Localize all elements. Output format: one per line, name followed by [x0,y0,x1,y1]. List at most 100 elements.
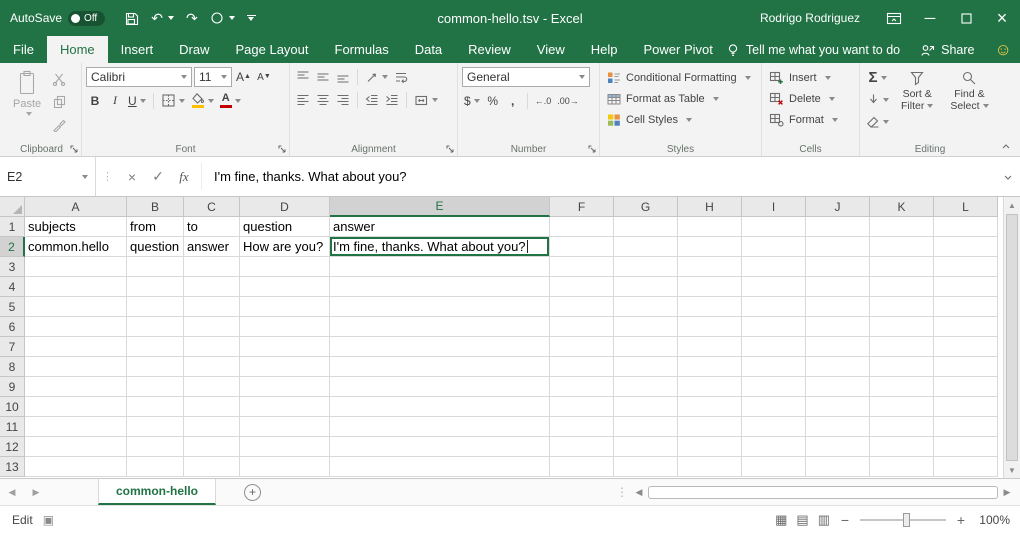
next-sheet-button[interactable]: ▶ [24,479,48,505]
tab-scroll-splitter[interactable]: ⋮ [616,485,628,499]
cell-h4[interactable] [678,277,742,297]
cell-e2[interactable]: I'm fine, thanks. What about you? [330,237,550,257]
cell-l10[interactable] [934,397,998,417]
increase-decimal-button[interactable]: ←.0 [533,91,554,110]
cell-l3[interactable] [934,257,998,277]
cell-j6[interactable] [806,317,870,337]
cell-a12[interactable] [25,437,127,457]
row-header-8[interactable]: 8 [0,357,25,377]
cell-e12[interactable] [330,437,550,457]
tab-home[interactable]: Home [47,36,108,63]
tab-power-pivot[interactable]: Power Pivot [631,36,726,63]
cell-e8[interactable] [330,357,550,377]
column-header-i[interactable]: I [742,197,806,217]
column-header-h[interactable]: H [678,197,742,217]
cell-c1[interactable]: to [184,217,240,237]
cell-a10[interactable] [25,397,127,417]
row-header-9[interactable]: 9 [0,377,25,397]
formula-input[interactable]: I'm fine, thanks. What about you? [206,169,996,184]
cell-b10[interactable] [127,397,184,417]
cell-a7[interactable] [25,337,127,357]
select-all-button[interactable] [0,197,25,217]
percent-style-button[interactable]: % [484,91,502,110]
cell-h6[interactable] [678,317,742,337]
cell-k4[interactable] [870,277,934,297]
cell-k7[interactable] [870,337,934,357]
cell-h7[interactable] [678,337,742,357]
cell-d2[interactable]: How are you? [240,237,330,257]
cell-f12[interactable] [550,437,614,457]
previous-sheet-button[interactable]: ◀ [0,479,24,505]
cell-l5[interactable] [934,297,998,317]
cell-l9[interactable] [934,377,998,397]
cell-e10[interactable] [330,397,550,417]
scroll-down-icon[interactable]: ▼ [1004,462,1020,478]
cell-c6[interactable] [184,317,240,337]
redo-button[interactable]: ↷ [183,8,201,29]
cell-j2[interactable] [806,237,870,257]
cell-l4[interactable] [934,277,998,297]
merge-center-button[interactable] [412,90,440,109]
row-header-11[interactable]: 11 [0,417,25,437]
vertical-scroll-thumb[interactable] [1006,214,1018,461]
maximize-button[interactable] [948,0,984,36]
cell-k10[interactable] [870,397,934,417]
decrease-decimal-button[interactable]: .00→ [555,91,581,110]
cell-g6[interactable] [614,317,678,337]
cell-a13[interactable] [25,457,127,477]
cell-k9[interactable] [870,377,934,397]
cell-d7[interactable] [240,337,330,357]
cell-g13[interactable] [614,457,678,477]
cell-d12[interactable] [240,437,330,457]
cell-c11[interactable] [184,417,240,437]
row-header-10[interactable]: 10 [0,397,25,417]
cell-l8[interactable] [934,357,998,377]
paste-button[interactable]: Paste [6,67,48,134]
cell-b12[interactable] [127,437,184,457]
cell-e13[interactable] [330,457,550,477]
cell-j10[interactable] [806,397,870,417]
cell-b7[interactable] [127,337,184,357]
font-name-combo[interactable]: Calibri [86,67,192,87]
cell-h2[interactable] [678,237,742,257]
cell-a6[interactable] [25,317,127,337]
undo-button[interactable]: ↶ [148,8,177,29]
cell-a9[interactable] [25,377,127,397]
cell-f11[interactable] [550,417,614,437]
cell-b8[interactable] [127,357,184,377]
cut-button[interactable] [50,69,68,88]
horizontal-scroll-thumb[interactable] [648,486,998,499]
cell-k13[interactable] [870,457,934,477]
tab-view[interactable]: View [524,36,578,63]
cell-a5[interactable] [25,297,127,317]
cell-k1[interactable] [870,217,934,237]
cell-d9[interactable] [240,377,330,397]
fill-button[interactable] [864,90,891,109]
tab-draw[interactable]: Draw [166,36,222,63]
column-header-k[interactable]: K [870,197,934,217]
share-button[interactable]: Share [920,43,974,57]
increase-font-size-button[interactable]: A▲ [234,68,253,87]
cell-e1[interactable]: answer [330,217,550,237]
column-header-b[interactable]: B [127,197,184,217]
cell-c12[interactable] [184,437,240,457]
touch-mouse-mode-button[interactable] [207,9,238,27]
cell-c10[interactable] [184,397,240,417]
number-dialog-launcher[interactable] [587,144,597,154]
vertical-scrollbar[interactable]: ▲ ▼ [1003,197,1020,478]
font-color-button[interactable]: A [218,91,243,110]
cell-j8[interactable] [806,357,870,377]
row-header-6[interactable]: 6 [0,317,25,337]
cell-h9[interactable] [678,377,742,397]
cell-h3[interactable] [678,257,742,277]
cell-g3[interactable] [614,257,678,277]
tab-page-layout[interactable]: Page Layout [223,36,322,63]
cell-a4[interactable] [25,277,127,297]
cell-k5[interactable] [870,297,934,317]
cell-e9[interactable] [330,377,550,397]
cell-b6[interactable] [127,317,184,337]
cell-f5[interactable] [550,297,614,317]
cell-b3[interactable] [127,257,184,277]
cell-d4[interactable] [240,277,330,297]
cell-e11[interactable] [330,417,550,437]
